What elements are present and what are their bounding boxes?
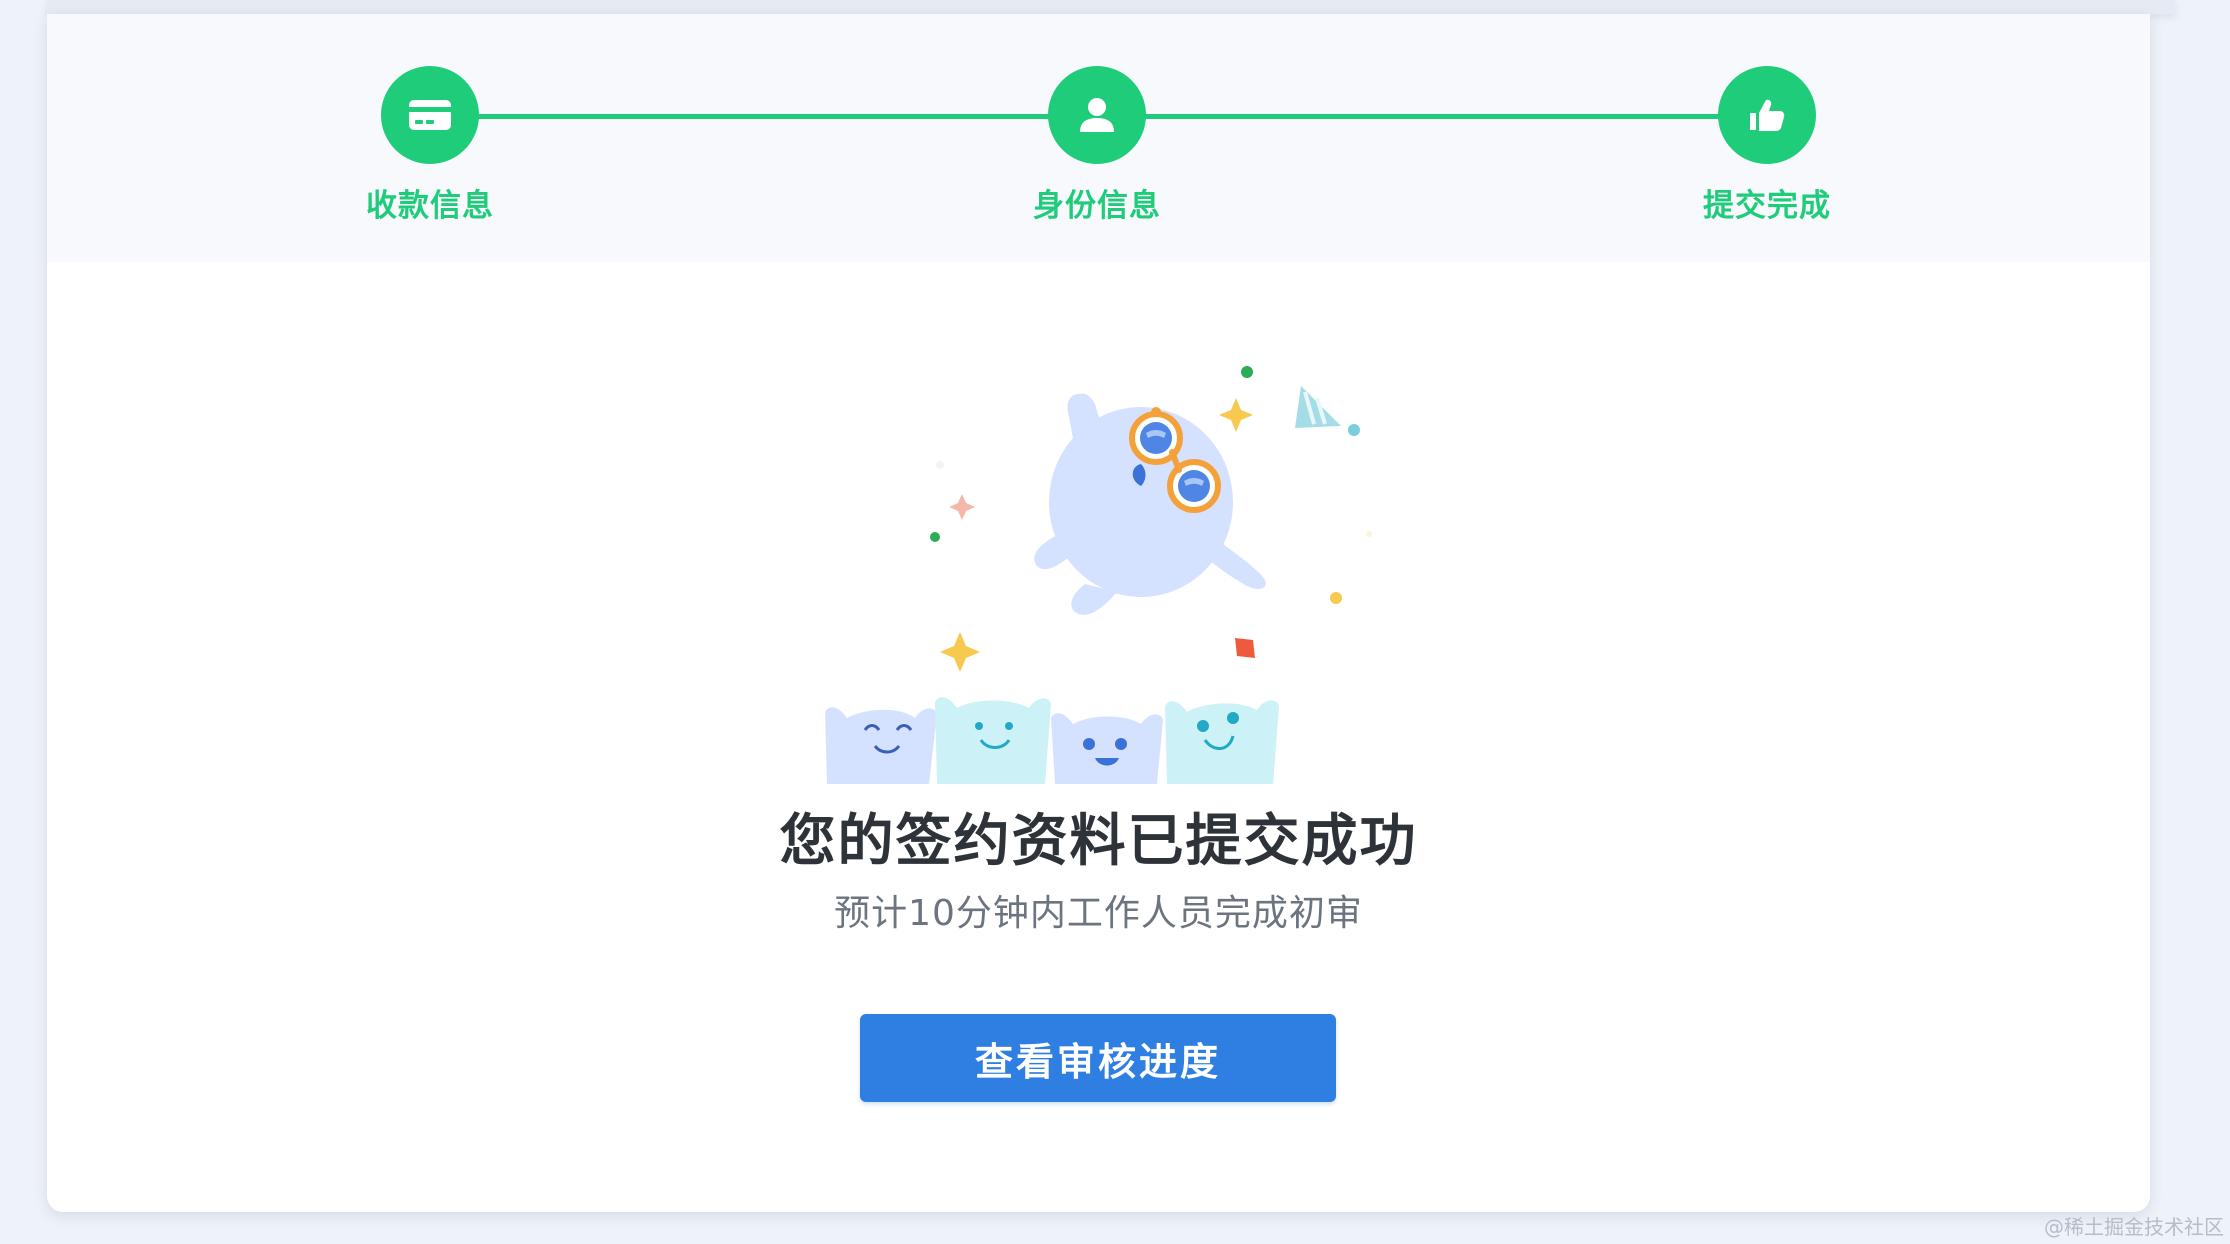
success-illustration	[825, 366, 1372, 784]
steps-progress: 收款信息 身份信息 提交完成	[47, 14, 2150, 262]
view-review-progress-button[interactable]: 查看审核进度	[860, 1014, 1336, 1102]
step-label: 身份信息	[1033, 188, 1161, 224]
success-subtitle: 预计10分钟内工作人员完成初审	[834, 893, 1363, 934]
step-payment-info: 收款信息	[330, 66, 530, 225]
thumbs-up-icon	[1750, 99, 1785, 131]
watermark-text: @稀土掘金技术社区	[2044, 1215, 2224, 1239]
user-icon	[1080, 98, 1114, 132]
step-label: 收款信息	[366, 188, 494, 224]
step-identity-info: 身份信息	[997, 66, 1197, 225]
step-identity-info-circle	[1048, 66, 1146, 164]
result-card: 收款信息 身份信息 提交完成 您的签约资料已提交成功 预计10分钟内工作人员完成…	[47, 14, 2150, 1212]
step-payment-info-circle	[381, 66, 479, 164]
credit-card-icon	[409, 100, 451, 130]
top-bar-strip	[47, 0, 2175, 14]
step-submit-complete-circle	[1718, 66, 1816, 164]
success-title: 您的签约资料已提交成功	[779, 809, 1418, 874]
step-label: 提交完成	[1703, 188, 1831, 224]
step-submit-complete: 提交完成	[1667, 66, 1867, 225]
